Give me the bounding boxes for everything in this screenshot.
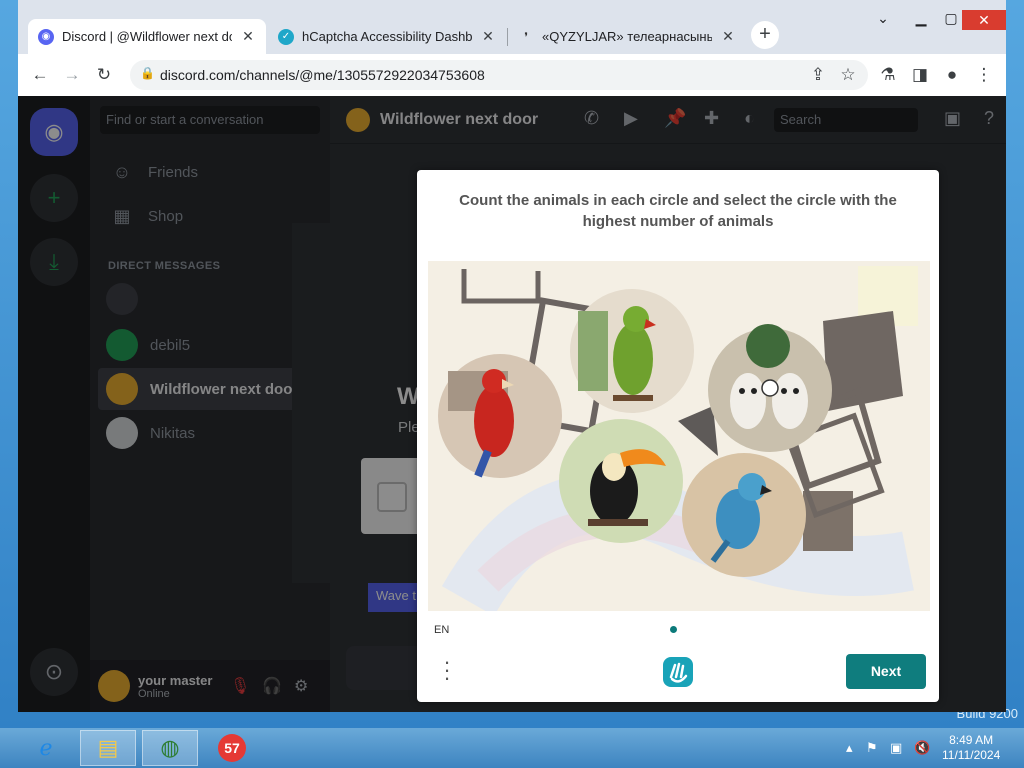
browser-menu-icon[interactable]: ⋮ bbox=[972, 63, 996, 87]
circle-toucan[interactable] bbox=[559, 419, 683, 543]
url-text: discord.com/channels/@me/130557292203475… bbox=[160, 67, 485, 83]
file-explorer-icon[interactable]: ▤ bbox=[80, 730, 136, 766]
circle-blue-parrot[interactable] bbox=[682, 453, 806, 577]
challenge-prompt: Count the animals in each circle and sel… bbox=[459, 192, 897, 230]
tab-qyzyljar[interactable]: ❜ «QYZYLJAR» телеарнасының ресми сайты ✕ bbox=[508, 19, 746, 54]
lock-icon: 🔒 bbox=[140, 66, 155, 80]
circle-red-parrot[interactable] bbox=[438, 354, 562, 478]
forward-arrow-icon[interactable]: → bbox=[60, 63, 84, 87]
side-panel-icon[interactable]: ◨ bbox=[908, 63, 932, 87]
close-tab-icon[interactable]: ✕ bbox=[720, 28, 736, 45]
network-icon[interactable]: ▣ bbox=[890, 740, 902, 756]
challenge-image-art bbox=[428, 261, 930, 611]
extensions-icon[interactable]: ⚗ bbox=[876, 63, 900, 87]
bookmark-star-icon[interactable]: ☆ bbox=[836, 63, 860, 87]
tab-title: Discord | @Wildflower next door bbox=[62, 29, 232, 44]
show-hidden-icons-icon[interactable]: ▴ bbox=[846, 740, 853, 756]
new-tab-button[interactable]: + bbox=[751, 21, 779, 49]
hcaptcha-favicon-icon: ✓ bbox=[278, 28, 294, 45]
clock-time: 8:49 AM bbox=[949, 733, 994, 747]
tab-strip: ◉ Discord | @Wildflower next door ✕ ✓ hC… bbox=[18, 0, 1006, 54]
language-selector[interactable]: EN bbox=[434, 624, 449, 636]
app-badge-icon[interactable]: 57 bbox=[204, 730, 260, 766]
browser-toolbar: ← → ↻ 🔒 discord.com/channels/@me/1305572… bbox=[18, 54, 1006, 96]
challenge-image[interactable] bbox=[428, 261, 930, 611]
tab-title: «QYZYLJAR» телеарнасының ресми сайты bbox=[542, 29, 712, 44]
menu-dots-icon[interactable]: · · · bbox=[439, 651, 455, 689]
page-indicator-dot bbox=[670, 626, 677, 633]
clock-date: 11/11/2024 bbox=[942, 748, 1001, 762]
circle-green-parrot[interactable] bbox=[570, 289, 694, 413]
internet-explorer-icon[interactable]: ℯ bbox=[18, 730, 74, 766]
minimize-button[interactable]: ▁ bbox=[906, 10, 936, 30]
close-tab-icon[interactable]: ✕ bbox=[480, 28, 496, 45]
chrome-taskbar-icon[interactable]: ◍ bbox=[142, 730, 198, 766]
badge-count: 57 bbox=[218, 734, 246, 762]
share-icon[interactable]: ⇪ bbox=[806, 63, 830, 87]
system-clock[interactable]: 8:49 AM 11/11/2024 bbox=[942, 733, 1000, 763]
volume-muted-icon[interactable]: 🔇 bbox=[914, 740, 930, 756]
next-button[interactable]: Next bbox=[846, 654, 926, 689]
tab-title: hCaptcha Accessibility Dashboard bbox=[302, 29, 472, 44]
reload-icon[interactable]: ↻ bbox=[92, 63, 116, 87]
address-bar[interactable]: 🔒 discord.com/channels/@me/1305572922034… bbox=[130, 60, 868, 90]
windows-taskbar: ℯ ▤ ◍ 57 ▴ ⚑ ▣ 🔇 8:49 AM 11/11/2024 bbox=[0, 728, 1024, 768]
close-tab-icon[interactable]: ✕ bbox=[240, 28, 256, 45]
hcaptcha-challenge: Count the animals in each circle and sel… bbox=[417, 170, 939, 702]
tab-search-chevron-icon[interactable]: ⌄ bbox=[868, 10, 898, 30]
back-arrow-icon[interactable]: ← bbox=[28, 63, 52, 87]
action-center-flag-icon[interactable]: ⚑ bbox=[866, 740, 878, 756]
close-window-button[interactable]: ✕ bbox=[962, 10, 1006, 30]
qyzyljar-favicon-icon: ❜ bbox=[524, 29, 528, 44]
tab-hcaptcha-dashboard[interactable]: ✓ hCaptcha Accessibility Dashboard ✕ bbox=[268, 19, 506, 54]
profile-avatar-icon[interactable]: ● bbox=[940, 63, 964, 87]
tab-discord[interactable]: ◉ Discord | @Wildflower next door ✕ bbox=[28, 19, 266, 54]
hcaptcha-logo-icon bbox=[661, 655, 695, 689]
discord-favicon-icon: ◉ bbox=[38, 28, 54, 45]
